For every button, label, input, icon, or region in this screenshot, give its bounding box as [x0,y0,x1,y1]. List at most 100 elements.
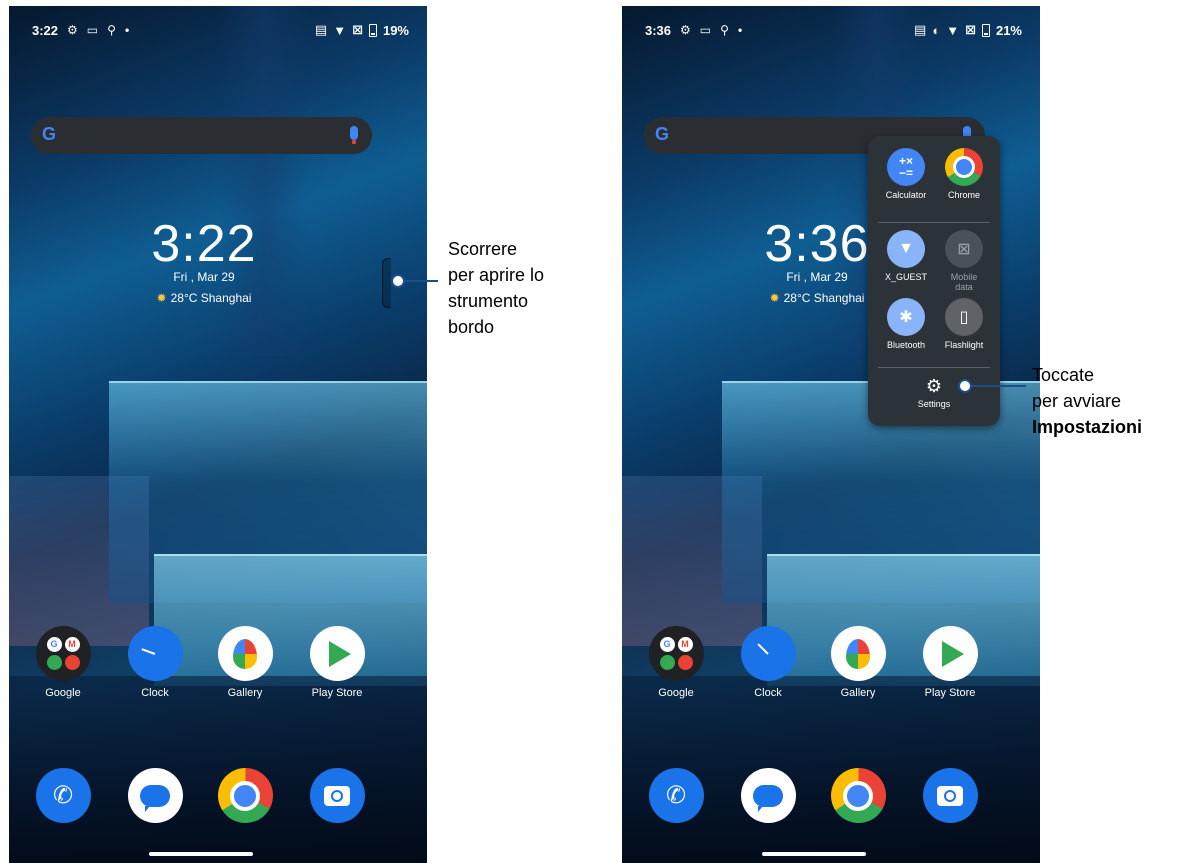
flashlight-icon: ▯ [945,298,983,336]
sun-icon: ✹ [156,291,167,305]
panel-settings[interactable]: ⚙ Settings [868,376,1000,409]
phone-screen-right: 3:36 ⚙ ▭ ⚲ • ▤ ◐ ▼ ⊠ 21% G 3:36 Fri , Ma… [622,6,1040,863]
dock-camera[interactable] [297,768,377,829]
dot-icon: • [124,23,130,37]
dock-chrome[interactable] [205,768,285,829]
app-label: Gallery [840,687,876,699]
edge-tool-panel: +× −= Calculator Chrome ▼ X_GUEST ⊠ Mobil… [868,136,1000,426]
app-clock[interactable]: Clock [728,626,808,699]
location-icon: ⚲ [720,23,729,37]
panel-label: data [955,282,973,292]
toggle-mobile-data[interactable]: ⊠ Mobile data [934,230,994,292]
panel-label: Bluetooth [886,340,926,350]
phone-icon: ✆ [35,768,91,823]
callout-edge-tool: Scorrere per aprire lo strumento bordo [448,236,544,340]
callout-line-3: Impostazioni [1032,417,1143,437]
lock-clock: 3:22 [151,215,257,273]
callout-line-4: bordo [448,317,495,337]
edge-tool-handle[interactable] [382,258,391,308]
callout-dot-left [391,274,405,288]
app-google-folder[interactable]: G M Google [636,626,716,699]
status-time: 3:36 [645,22,672,38]
dock-messages[interactable] [728,768,808,829]
no-sim-icon: ⊠ [352,22,363,37]
panel-label: Flashlight [944,340,984,350]
battery-icon [368,23,377,37]
status-time: 3:22 [32,22,59,38]
nfc-icon: ▤ [314,22,328,37]
google-search-bar[interactable]: G [31,117,372,154]
mic-icon[interactable] [350,126,358,144]
google-g-icon: G [42,124,57,144]
dock-camera[interactable] [910,768,990,829]
gallery-app-icon [830,626,886,681]
bluetooth-icon: ✱ [887,298,925,336]
gallery-icon: ▭ [86,23,99,37]
app-label: Gallery [227,687,263,699]
panel-calculator[interactable]: +× −= Calculator [876,148,936,200]
dock-messages[interactable] [115,768,195,829]
settings-gear-icon: ⚙ [67,23,78,37]
status-bar: 3:36 ⚙ ▭ ⚲ • ▤ ◐ ▼ ⊠ 21% [645,20,1022,40]
clock-date: Fri , Mar 29 [173,270,235,284]
callout-line-1: Toccate [1032,365,1095,385]
app-label: Play Store [924,687,976,699]
camera-icon [309,768,365,823]
weather: ✹ 28°C Shanghai [9,291,399,305]
panel-divider [878,367,990,368]
chrome-icon [217,768,273,823]
callout-line-3: strumento [448,291,529,311]
battery-percent: 21% [995,22,1022,38]
messages-icon [127,768,183,823]
panel-label: Settings [917,399,951,409]
callout-line-2: per aprire lo [448,265,545,285]
clock-icon [740,626,796,681]
chrome-icon [830,768,886,823]
toggle-bluetooth[interactable]: ✱ Bluetooth [876,298,936,350]
panel-label: Chrome [947,190,980,200]
app-label: Clock [141,687,169,699]
panel-label: Mobile [950,272,978,282]
google-folder-icon: G M [648,626,704,681]
sun-icon: ✹ [769,291,780,305]
gallery-app-icon [217,626,273,681]
dot-icon: • [737,23,743,37]
callout-line-2: per avviare [1032,391,1122,411]
dock-phone[interactable]: ✆ [23,768,103,829]
app-label: Clock [754,687,782,699]
app-play-store[interactable]: Play Store [297,626,377,699]
toggle-wifi[interactable]: ▼ X_GUEST [876,230,936,282]
vibrate-icon: ◐ [932,22,941,38]
panel-label: Calculator [885,190,927,200]
battery-icon [981,23,990,37]
phone-screen-left: 3:22 ⚙ ▭ ⚲ • ▤ ▼ ⊠ 19% G 3:22 Fri , Mar … [9,6,427,863]
panel-label: X_GUEST [884,272,927,282]
settings-gear-icon: ⚙ [680,23,691,37]
calculator-icon: +× −= [887,148,925,186]
app-label: Google [658,687,694,699]
nfc-icon: ▤ [914,22,927,37]
camera-icon [922,768,978,823]
clock-icon [127,626,183,681]
no-sim-icon: ⊠ [965,22,976,37]
google-folder-icon: G M [35,626,91,681]
app-gallery[interactable]: Gallery [205,626,285,699]
wifi-icon: ▼ [887,230,925,268]
panel-chrome[interactable]: Chrome [934,148,994,200]
app-play-store[interactable]: Play Store [910,626,990,699]
dock-chrome[interactable] [818,768,898,829]
dock-phone[interactable]: ✆ [636,768,716,829]
status-bar: 3:22 ⚙ ▭ ⚲ • ▤ ▼ ⊠ 19% [32,20,409,40]
app-gallery[interactable]: Gallery [818,626,898,699]
toggle-flashlight[interactable]: ▯ Flashlight [934,298,994,350]
location-icon: ⚲ [107,23,116,37]
battery-percent: 19% [382,22,409,38]
app-google-folder[interactable]: G M Google [23,626,103,699]
play-store-icon [922,626,978,681]
gesture-nav-bar[interactable] [762,852,866,856]
gesture-nav-bar[interactable] [149,852,253,856]
play-store-icon [309,626,365,681]
app-label: Google [45,687,81,699]
app-clock[interactable]: Clock [115,626,195,699]
google-g-icon: G [655,124,670,144]
